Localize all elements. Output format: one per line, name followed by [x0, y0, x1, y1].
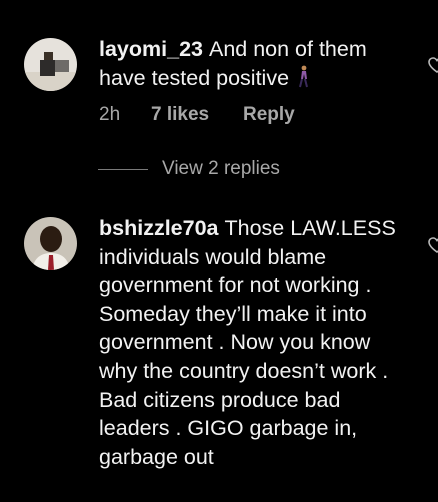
heart-icon[interactable]: [428, 56, 438, 74]
comment-text: layomi_23 And non of them have tested pos…: [99, 35, 414, 96]
divider-line: [98, 168, 148, 170]
avatar[interactable]: [24, 217, 77, 270]
comment-body: Those LAW.LESS individuals would blame g…: [99, 216, 396, 469]
comment-meta: 2h 7 likes Reply: [99, 104, 295, 126]
reply-button[interactable]: Reply: [243, 104, 295, 126]
view-replies-button[interactable]: View 2 replies: [98, 158, 280, 180]
view-replies-label[interactable]: View 2 replies: [162, 158, 280, 180]
comment-username[interactable]: layomi_23: [99, 37, 203, 61]
avatar[interactable]: [24, 38, 77, 91]
heart-icon[interactable]: [428, 236, 438, 254]
comment-time: 2h: [99, 104, 121, 125]
comment-username[interactable]: bshizzle70a: [99, 216, 219, 240]
person-walking-emoji: [295, 65, 311, 97]
comment-text: bshizzle70a Those LAW.LESS individuals wo…: [99, 214, 414, 471]
previous-reply-fragment: [250, 0, 276, 4]
comment-likes[interactable]: 7 likes: [151, 104, 243, 126]
